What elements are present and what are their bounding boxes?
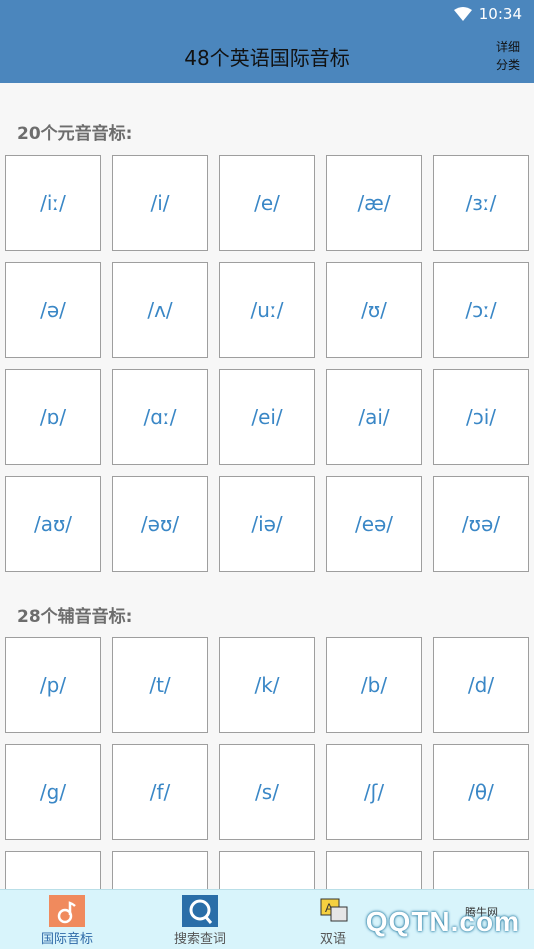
phonetic-list[interactable]: 20个元音音标: /iː//i//e//æ//ɜː//ə//ʌ//uː//ʊ//… [0,83,534,889]
tab-phonetics[interactable]: 国际音标 [12,890,122,949]
vowel-cell[interactable]: /ɔː/ [433,262,529,358]
vowel-cell[interactable]: /ai/ [326,369,422,465]
consonant-cell[interactable] [433,851,529,889]
vowel-cell[interactable]: /əʊ/ [112,476,208,572]
consonant-cell[interactable]: /f/ [112,744,208,840]
vowel-cell[interactable]: /ɜː/ [433,155,529,251]
vowel-cell[interactable]: /ɒ/ [5,369,101,465]
consonant-cell[interactable]: /d/ [433,637,529,733]
consonant-cell[interactable]: /g/ [5,744,101,840]
consonant-cell[interactable]: /k/ [219,637,315,733]
consonant-cell[interactable]: /ʃ/ [326,744,422,840]
tab-phonetics-label: 国际音标 [40,932,93,947]
vowel-cell[interactable]: /æ/ [326,155,422,251]
consonant-grid: /p//t//k//b//d/ /g//f//s//ʃ//θ/ [5,637,529,889]
consonant-cell[interactable]: /s/ [219,744,315,840]
page-title: 48个英语国际音标 [184,46,350,70]
vowel-cell[interactable]: /ei/ [219,369,315,465]
consonant-cell[interactable] [219,851,315,889]
search-icon [182,895,218,927]
vowel-cell[interactable]: /ʌ/ [112,262,208,358]
app-bar: 10:34 48个英语国际音标 详细分类 [0,0,534,83]
consonant-cell[interactable] [5,851,101,889]
tab-search[interactable]: 搜索查词 [145,890,255,949]
consonant-cell[interactable]: /θ/ [433,744,529,840]
vowel-grid: /iː//i//e//æ//ɜː/ /ə//ʌ//uː//ʊ//ɔː/ /ɒ//ɑː… [5,155,529,572]
vowel-cell[interactable]: /iə/ [219,476,315,572]
wifi-icon [454,7,472,21]
consonant-cell[interactable]: /b/ [326,637,422,733]
vowel-cell[interactable]: /aʊ/ [5,476,101,572]
vowel-cell[interactable]: /i/ [112,155,208,251]
vowel-cell[interactable]: /ʊ/ [326,262,422,358]
consonant-cell[interactable]: /p/ [5,637,101,733]
watermark-text: QQTN.com [365,906,520,937]
consonant-section-title: 28个辅音音标: [17,607,133,627]
vowel-cell[interactable]: /iː/ [5,155,101,251]
vowel-cell[interactable]: /eə/ [326,476,422,572]
status-time: 10:34 [478,5,522,23]
vowel-cell[interactable]: /e/ [219,155,315,251]
watermark: 腾牛网 QQTN.com [328,892,528,946]
vowel-cell[interactable]: /ɑː/ [112,369,208,465]
vowel-cell[interactable]: /ɔi/ [433,369,529,465]
consonant-cell[interactable] [112,851,208,889]
consonant-cell[interactable] [326,851,422,889]
vowel-cell[interactable]: /uː/ [219,262,315,358]
vowel-cell[interactable]: /ʊə/ [433,476,529,572]
music-note-icon [49,895,85,927]
tab-search-label: 搜索查词 [173,932,226,947]
consonant-cell[interactable]: /t/ [112,637,208,733]
vowel-cell[interactable]: /ə/ [5,262,101,358]
detail-category-button[interactable]: 详细分类 [494,38,522,74]
vowel-section-title: 20个元音音标: [17,124,133,144]
status-bar: 10:34 [0,0,534,28]
